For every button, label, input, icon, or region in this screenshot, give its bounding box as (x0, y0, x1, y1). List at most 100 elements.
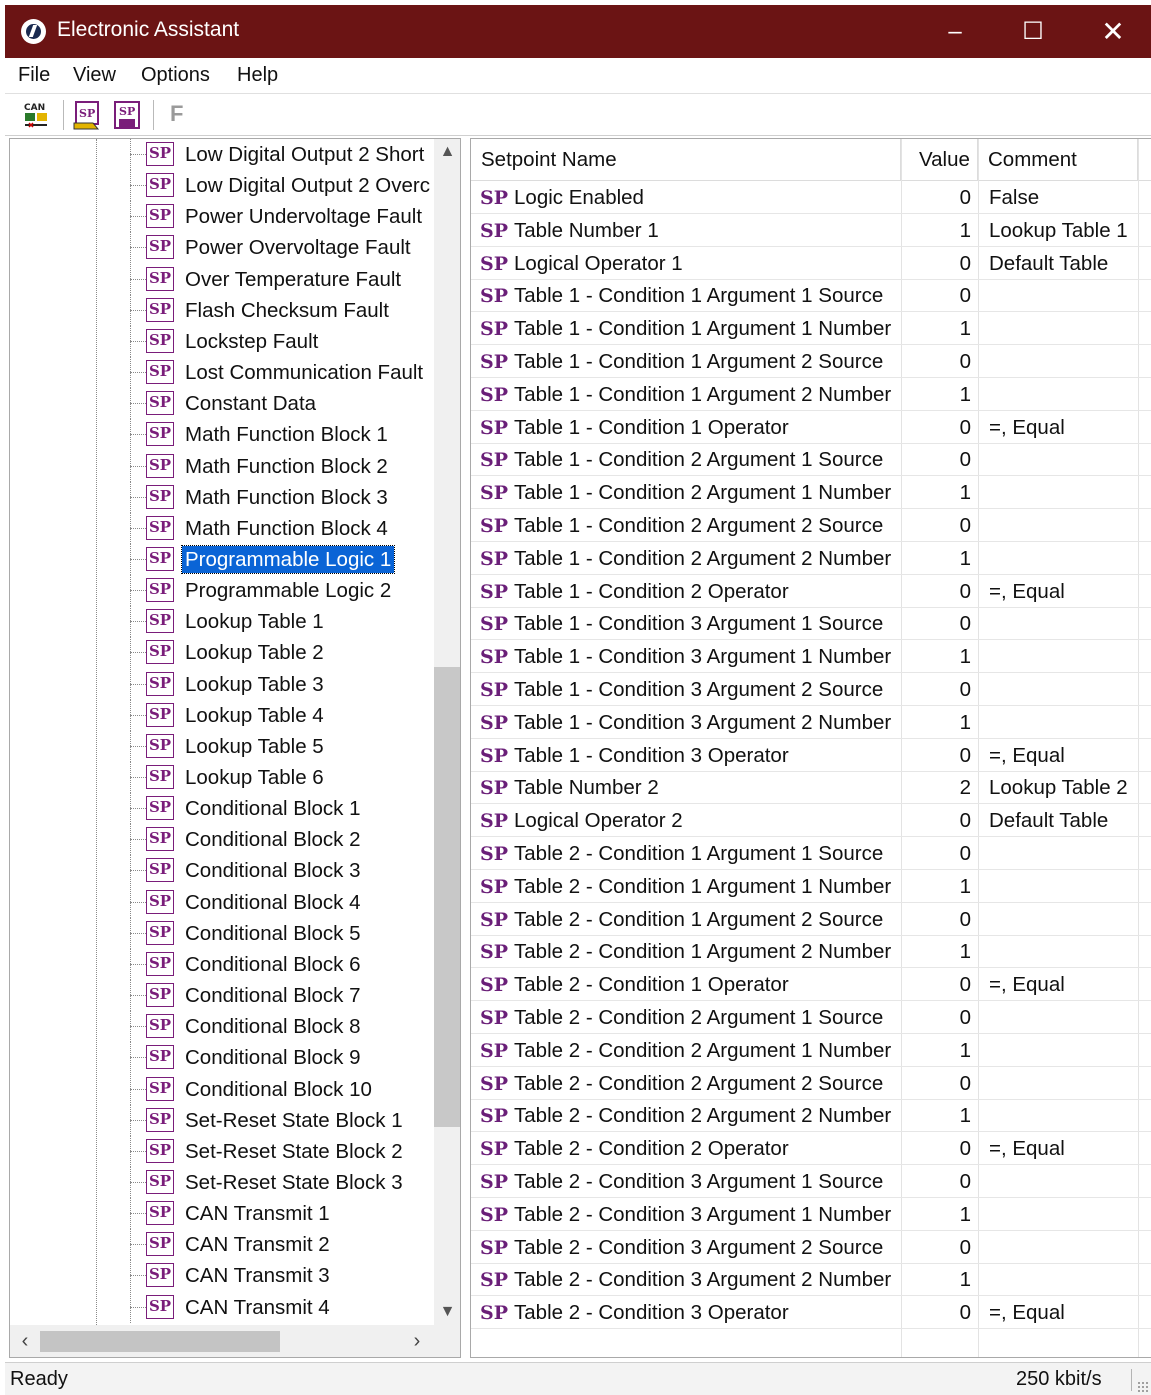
setpoint-value-cell[interactable]: 1 (901, 312, 971, 345)
table-row[interactable]: SP Table 2 - Condition 1 Argument 1 Sourc… (471, 837, 1151, 870)
tree-item[interactable]: SP Conditional Block 5 (10, 917, 440, 949)
tree-horizontal-scrollbar[interactable]: ‹ › (10, 1325, 460, 1357)
table-row[interactable]: SP Table 2 - Condition 2 Argument 2 Numbe… (471, 1099, 1151, 1133)
column-header-comment[interactable]: Comment (978, 139, 1138, 181)
table-row[interactable]: SP Table 1 - Condition 2 Argument 2 Numbe… (471, 542, 1151, 575)
scroll-down-icon[interactable]: ▼ (434, 1299, 460, 1325)
can-connect-icon[interactable]: CAN (21, 99, 53, 131)
tree-item[interactable]: SP Lookup Table 4 (10, 699, 440, 731)
tree-item[interactable]: SP Flash Checksum Fault (10, 294, 440, 326)
column-header-value[interactable]: Value (901, 139, 978, 181)
menu-options[interactable]: Options (141, 64, 210, 87)
tree-item[interactable]: SP Lockstep Fault (10, 325, 440, 357)
tree-item[interactable]: SP Lookup Table 2 (10, 637, 440, 669)
setpoint-value-cell[interactable]: 0 (901, 1231, 971, 1264)
table-row[interactable]: SP Table 2 - Condition 3 Argument 2 Sourc… (471, 1231, 1151, 1264)
tree-scroll-thumb[interactable] (434, 667, 460, 1127)
sp-read-icon[interactable]: SP (71, 99, 103, 131)
tree-item[interactable]: SP Over Temperature Fault (10, 263, 440, 295)
table-row[interactable]: SP Table 1 - Condition 1 Argument 1 Sourc… (471, 279, 1151, 313)
tree-item[interactable]: SP Conditional Block 6 (10, 948, 440, 980)
tree-item[interactable]: SP Programmable Logic 2 (10, 575, 440, 607)
table-row[interactable]: SP Table 1 - Condition 3 Operator 0 =, Equa… (471, 739, 1151, 772)
table-row[interactable]: SP Table 1 - Condition 3 Argument 1 Sourc… (471, 607, 1151, 641)
tree-item[interactable]: SP Conditional Block 9 (10, 1042, 440, 1074)
table-row[interactable]: SP Table 1 - Condition 1 Argument 1 Numbe… (471, 312, 1151, 346)
tree-item[interactable]: SP Math Function Block 4 (10, 512, 440, 544)
setpoint-value-cell[interactable]: 1 (901, 542, 971, 575)
tree-item[interactable]: SP Math Function Block 3 (10, 481, 440, 513)
setpoint-value-cell[interactable]: 0 (901, 607, 971, 640)
table-row[interactable]: SP Table 2 - Condition 3 Argument 1 Numbe… (471, 1198, 1151, 1231)
table-row[interactable]: SP Table 2 - Condition 1 Argument 2 Sourc… (471, 903, 1151, 936)
setpoint-value-cell[interactable]: 0 (901, 411, 971, 444)
tree-item[interactable]: SP Lost Communication Fault (10, 357, 440, 389)
tree-item[interactable]: SP CAN Transmit 1 (10, 1198, 440, 1230)
tree-item[interactable]: SP Set-Reset State Block 2 (10, 1135, 440, 1167)
setpoint-tree[interactable]: SP Low Digital Output 2 Short SP Low Digita… (9, 138, 461, 1358)
sp-write-icon[interactable]: SP (111, 99, 143, 131)
table-row[interactable]: SP Table 2 - Condition 3 Operator 0 =, Equa… (471, 1296, 1151, 1330)
close-button[interactable]: ✕ (1077, 5, 1149, 58)
tree-item[interactable]: SP Conditional Block 8 (10, 1011, 440, 1043)
tree-item[interactable]: SP Math Function Block 1 (10, 419, 440, 451)
menu-view[interactable]: View (73, 64, 116, 87)
setpoint-value-cell[interactable]: 0 (901, 1132, 971, 1165)
setpoint-value-cell[interactable]: 0 (901, 345, 971, 378)
setpoint-value-cell[interactable]: 0 (901, 1067, 971, 1100)
table-row[interactable]: SP Table 2 - Condition 3 Argument 2 Numbe… (471, 1263, 1151, 1297)
table-row[interactable]: SP Table 2 - Condition 2 Argument 2 Sourc… (471, 1067, 1151, 1100)
tree-item[interactable]: SP Set-Reset State Block 1 (10, 1104, 440, 1136)
tree-item[interactable]: SP Conditional Block 1 (10, 793, 440, 825)
scroll-left-icon[interactable]: ‹ (10, 1325, 40, 1357)
flash-button[interactable]: F (170, 101, 183, 127)
setpoint-value-cell[interactable]: 1 (901, 1198, 971, 1231)
setpoint-value-cell[interactable]: 0 (901, 247, 971, 280)
table-row[interactable]: SP Table 1 - Condition 1 Argument 2 Numbe… (471, 378, 1151, 411)
setpoint-value-cell[interactable]: 0 (901, 509, 971, 542)
table-row[interactable]: SP Table 1 - Condition 2 Argument 1 Sourc… (471, 443, 1151, 477)
setpoint-value-cell[interactable]: 0 (901, 804, 971, 837)
maximize-button[interactable]: ☐ (997, 5, 1069, 58)
scroll-right-icon[interactable]: › (402, 1325, 432, 1357)
setpoint-value-cell[interactable]: 1 (901, 935, 971, 968)
tree-hscroll-thumb[interactable] (40, 1331, 280, 1352)
setpoint-value-cell[interactable]: 1 (901, 1263, 971, 1296)
setpoint-grid[interactable]: Setpoint Name Value Comment SP Logic Enab… (470, 138, 1151, 1358)
setpoint-value-cell[interactable]: 0 (901, 1296, 971, 1329)
tree-item[interactable]: SP Low Digital Output 2 Overc (10, 170, 440, 202)
tree-item[interactable]: SP Lookup Table 5 (10, 730, 440, 762)
setpoint-value-cell[interactable]: 1 (901, 870, 971, 903)
setpoint-value-cell[interactable]: 0 (901, 279, 971, 312)
setpoint-value-cell[interactable]: 2 (901, 771, 971, 804)
setpoint-value-cell[interactable]: 1 (901, 706, 971, 739)
setpoint-value-cell[interactable]: 1 (901, 378, 971, 411)
tree-item[interactable]: SP Set-Reset State Block 3 (10, 1166, 440, 1198)
tree-item[interactable]: SP Programmable Logic 1 (10, 543, 440, 575)
tree-item[interactable]: SP CAN Transmit 2 (10, 1229, 440, 1261)
table-row[interactable]: SP Table 1 - Condition 1 Operator 0 =, Equa… (471, 411, 1151, 444)
tree-item[interactable]: SP Math Function Block 2 (10, 450, 440, 482)
table-row[interactable]: SP Table 2 - Condition 1 Argument 2 Numbe… (471, 935, 1151, 969)
table-row[interactable]: SP Table 1 - Condition 2 Operator 0 =, Equa… (471, 575, 1151, 608)
table-row[interactable]: SP Table 1 - Condition 3 Argument 2 Sourc… (471, 673, 1151, 706)
tree-item[interactable]: SP Constant Data (10, 388, 440, 420)
tree-vertical-scrollbar[interactable]: ▲ ▼ (434, 139, 460, 1325)
table-row[interactable]: SP Table 1 - Condition 1 Argument 2 Sourc… (471, 345, 1151, 378)
table-row[interactable]: SP Table 1 - Condition 2 Argument 1 Numbe… (471, 476, 1151, 510)
menu-file[interactable]: File (18, 64, 50, 87)
setpoint-value-cell[interactable]: 0 (901, 1001, 971, 1034)
tree-item[interactable]: SP Conditional Block 3 (10, 855, 440, 887)
resize-grip-icon[interactable] (1137, 1381, 1149, 1393)
tree-item[interactable]: SP Lookup Table 6 (10, 762, 440, 793)
column-header-setpoint-name[interactable]: Setpoint Name (471, 139, 901, 181)
tree-item[interactable]: SP Low Digital Output 2 Short (10, 139, 440, 170)
tree-item[interactable]: SP Conditional Block 7 (10, 980, 440, 1012)
table-row[interactable]: SP Table 2 - Condition 3 Argument 1 Sourc… (471, 1165, 1151, 1198)
table-row[interactable]: SP Logical Operator 2 0 Default Table (471, 804, 1151, 838)
tree-item[interactable]: SP CAN Transmit 4 (10, 1291, 440, 1323)
tree-item[interactable]: SP Conditional Block 10 (10, 1073, 440, 1105)
table-row[interactable]: SP Table 1 - Condition 2 Argument 2 Sourc… (471, 509, 1151, 542)
setpoint-value-cell[interactable]: 0 (901, 673, 971, 706)
table-row[interactable]: SP Table 1 - Condition 3 Argument 1 Numbe… (471, 640, 1151, 674)
